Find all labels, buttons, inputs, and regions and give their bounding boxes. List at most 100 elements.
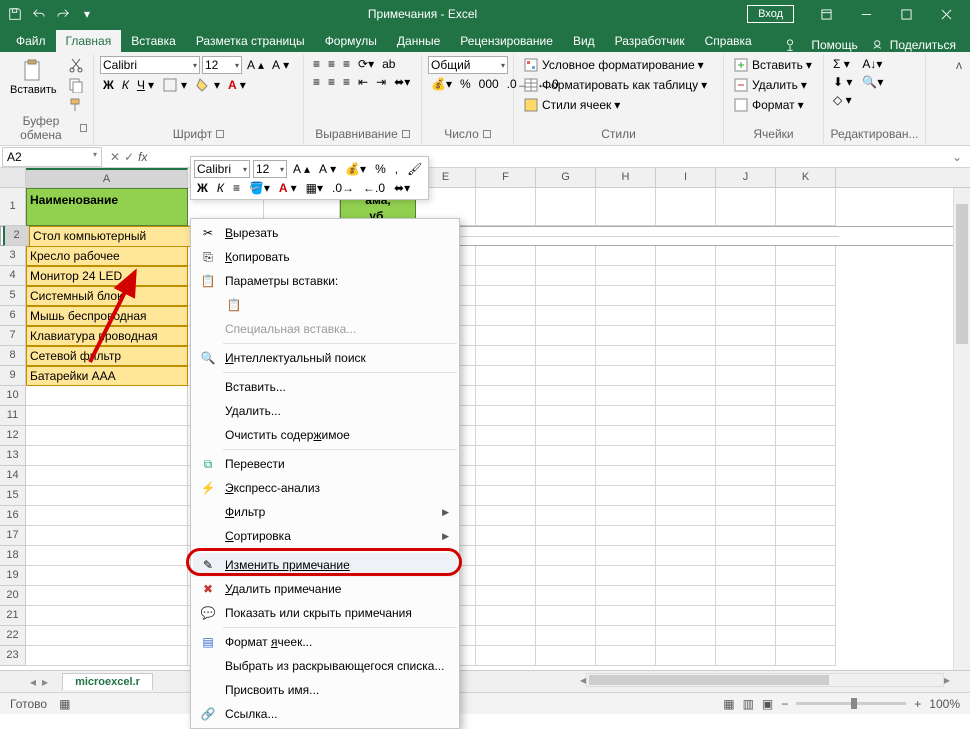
cell[interactable] <box>476 246 536 266</box>
cell[interactable]: Наименование <box>26 188 188 226</box>
cell[interactable] <box>26 646 188 666</box>
cell[interactable] <box>656 446 716 466</box>
cell[interactable] <box>596 366 656 386</box>
ctx-sort[interactable]: Сортировка▶ <box>193 524 457 548</box>
cell[interactable] <box>776 506 836 526</box>
insert-cells-button[interactable]: Вставить ▾ <box>730 56 815 74</box>
cell[interactable] <box>776 546 836 566</box>
sort-filter-icon[interactable]: A↓▾ <box>859 56 886 72</box>
hscroll-right-icon[interactable]: ▸ <box>944 673 950 687</box>
cell[interactable] <box>476 366 536 386</box>
row-header[interactable]: 19 <box>0 566 26 586</box>
select-all-corner[interactable] <box>0 168 26 187</box>
autosum-icon[interactable]: Σ ▾ <box>830 56 855 72</box>
mini-borders-icon[interactable]: ▦▾ <box>303 180 326 196</box>
cell-styles-button[interactable]: Стили ячеек ▾ <box>520 96 623 114</box>
cell[interactable] <box>536 446 596 466</box>
row-header[interactable]: 4 <box>0 266 26 286</box>
zoom-in-icon[interactable]: + <box>914 697 921 711</box>
format-painter-icon[interactable] <box>65 96 87 114</box>
mini-comma-icon[interactable]: , <box>392 161 401 177</box>
cell[interactable] <box>536 386 596 406</box>
increase-font-icon[interactable]: A▴ <box>244 57 267 73</box>
col-header[interactable]: H <box>596 168 656 187</box>
mini-dec-decimal-icon[interactable]: ←.0 <box>360 180 388 196</box>
ctx-format-cells[interactable]: ▤Формат ячеек... <box>193 630 457 654</box>
cell[interactable] <box>656 366 716 386</box>
tab-page-layout[interactable]: Разметка страницы <box>186 30 315 52</box>
cell[interactable] <box>656 586 716 606</box>
row-header[interactable]: 10 <box>0 386 26 406</box>
cell[interactable] <box>656 466 716 486</box>
cell[interactable] <box>656 506 716 526</box>
cell[interactable] <box>716 366 776 386</box>
ctx-smart-lookup[interactable]: 🔍Интеллектуальный поиск <box>193 346 457 370</box>
cell[interactable] <box>596 386 656 406</box>
cell[interactable] <box>776 346 836 366</box>
ctx-link[interactable]: 🔗Ссылка... <box>193 702 457 726</box>
mini-decrease-font-icon[interactable]: A▾ <box>316 161 339 177</box>
cell[interactable] <box>716 606 776 626</box>
cell[interactable] <box>776 286 836 306</box>
number-format-select[interactable]: Общий▾ <box>428 56 508 74</box>
maximize-icon[interactable] <box>886 0 926 28</box>
ctx-quick-analysis[interactable]: ⚡Экспресс-анализ <box>193 476 457 500</box>
cell[interactable] <box>656 306 716 326</box>
cell[interactable] <box>536 306 596 326</box>
undo-icon[interactable] <box>28 3 50 25</box>
ctx-edit-comment[interactable]: ✎Изменить примечание <box>193 553 457 577</box>
minimize-icon[interactable] <box>846 0 886 28</box>
tell-me-button[interactable] <box>783 38 797 52</box>
sheet-tab[interactable]: microexcel.r <box>62 673 153 690</box>
cell[interactable] <box>776 266 836 286</box>
cell[interactable] <box>716 466 776 486</box>
ctx-cut[interactable]: ✂Вырезать <box>193 221 457 245</box>
cell[interactable] <box>596 586 656 606</box>
cell[interactable] <box>26 526 188 546</box>
name-box[interactable]: A2▾ <box>2 147 102 167</box>
mini-increase-font-icon[interactable]: A▴ <box>290 161 313 177</box>
format-cells-button[interactable]: Формат ▾ <box>730 96 807 114</box>
tab-nav-prev-icon[interactable]: ◂ <box>30 675 36 689</box>
view-break-icon[interactable]: ▣ <box>762 697 773 711</box>
comma-icon[interactable]: 000 <box>476 76 502 92</box>
cell[interactable] <box>716 446 776 466</box>
cell[interactable] <box>656 546 716 566</box>
cell[interactable] <box>779 236 839 237</box>
accept-formula-icon[interactable]: ✓ <box>124 150 134 164</box>
cell[interactable] <box>536 366 596 386</box>
cell[interactable] <box>476 406 536 426</box>
cell[interactable] <box>476 566 536 586</box>
cell[interactable] <box>476 326 536 346</box>
conditional-format-button[interactable]: Условное форматирование ▾ <box>520 56 707 74</box>
cell[interactable] <box>716 406 776 426</box>
cell[interactable] <box>476 526 536 546</box>
cell[interactable] <box>776 586 836 606</box>
cell[interactable] <box>476 426 536 446</box>
mini-size-select[interactable]: 12▾ <box>253 160 287 178</box>
row-header[interactable]: 9 <box>0 366 26 386</box>
increase-indent-icon[interactable]: ⇥ <box>373 74 389 90</box>
cell[interactable] <box>596 426 656 446</box>
cell[interactable] <box>716 286 776 306</box>
cell[interactable] <box>596 526 656 546</box>
cell[interactable] <box>656 526 716 546</box>
cell[interactable] <box>716 626 776 646</box>
row-header[interactable]: 2 <box>3 226 29 246</box>
cell[interactable] <box>656 326 716 346</box>
percent-icon[interactable]: % <box>457 76 474 92</box>
col-header[interactable]: A <box>26 168 188 187</box>
wrap-text-icon[interactable]: ab <box>379 56 398 72</box>
cell[interactable] <box>776 326 836 346</box>
cell[interactable] <box>716 586 776 606</box>
qa-customize-icon[interactable]: ▾ <box>76 3 98 25</box>
zoom-out-icon[interactable]: − <box>781 697 788 711</box>
tab-data[interactable]: Данные <box>387 30 450 52</box>
cell[interactable] <box>476 346 536 366</box>
cell[interactable] <box>656 266 716 286</box>
row-header[interactable]: 20 <box>0 586 26 606</box>
cell[interactable] <box>476 386 536 406</box>
cell[interactable] <box>596 486 656 506</box>
row-header[interactable]: 22 <box>0 626 26 646</box>
ctx-clear[interactable]: Очистить содержимое <box>193 423 457 447</box>
